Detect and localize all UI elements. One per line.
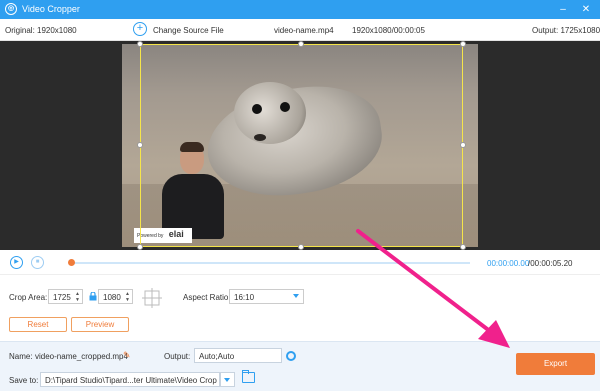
name-label: Name: — [9, 352, 33, 361]
window-title: Video Cropper — [22, 4, 80, 14]
gear-icon[interactable] — [286, 351, 296, 361]
crop-width-stepper[interactable]: ▲ ▼ — [75, 291, 80, 303]
total-time: /00:00:05.20 — [528, 259, 573, 268]
crop-handle-top[interactable] — [298, 41, 304, 47]
chevron-down-icon — [224, 378, 230, 382]
timeline-knob[interactable] — [68, 259, 75, 266]
playback-bar: ▶ ■ 00:00:00.00 /00:00:05.20 — [0, 250, 600, 275]
crop-height-value: 1080 — [103, 293, 121, 302]
crop-width-value: 1725 — [53, 293, 71, 302]
stop-icon[interactable]: ■ — [31, 256, 44, 269]
crop-handle-top-right[interactable] — [460, 41, 466, 47]
aspect-ratio-label: Aspect Ratio: — [183, 293, 231, 302]
crop-height-stepper[interactable]: ▲ ▼ — [125, 291, 130, 303]
center-crop-icon[interactable] — [142, 288, 162, 308]
title-bar: ◎ Video Cropper – ✕ — [0, 0, 600, 19]
crop-width-input[interactable]: 1725 ▲ ▼ — [48, 289, 83, 304]
save-path-dropdown[interactable] — [220, 372, 235, 387]
lock-icon[interactable] — [89, 292, 97, 301]
aspect-ratio-select[interactable]: 16:10 — [229, 289, 304, 304]
save-path-value: D:\Tipard Studio\Tipard...ter Ultimate\V… — [45, 376, 217, 385]
crop-area-label: Crop Area: — [9, 293, 48, 302]
current-time: 00:00:00.00 — [487, 259, 530, 268]
original-resolution: Original: 1920x1080 — [5, 26, 77, 35]
crop-controls: Crop Area: 1725 ▲ ▼ 1080 ▲ ▼ Aspect Ratio:… — [0, 276, 600, 340]
reset-button[interactable]: Reset — [9, 317, 67, 332]
add-file-icon[interactable]: + — [133, 22, 147, 36]
app-logo-icon: ◎ — [5, 3, 17, 15]
timeline-track[interactable] — [70, 262, 470, 264]
save-to-label: Save to: — [9, 376, 39, 385]
output-settings-value: Auto;Auto — [199, 352, 235, 361]
export-button[interactable]: Export — [516, 353, 595, 375]
crop-handle-left[interactable] — [137, 142, 143, 148]
crop-height-input[interactable]: 1080 ▲ ▼ — [98, 289, 133, 304]
change-source-file-button[interactable]: Change Source File — [153, 26, 224, 35]
close-button[interactable]: ✕ — [576, 0, 596, 19]
info-bar: Original: 1920x1080 + Change Source File… — [0, 19, 600, 41]
chevron-down-icon — [293, 294, 299, 298]
output-settings-field[interactable]: Auto;Auto — [194, 348, 282, 363]
source-resolution-duration: 1920x1080/00:00:05 — [352, 26, 425, 35]
minimize-button[interactable]: – — [553, 0, 573, 19]
source-filename: video-name.mp4 — [274, 26, 334, 35]
save-path-field[interactable]: D:\Tipard Studio\Tipard...ter Ultimate\V… — [40, 372, 220, 387]
play-icon[interactable]: ▶ — [10, 256, 23, 269]
edit-name-icon[interactable]: ✎ — [123, 351, 132, 360]
aspect-ratio-value: 16:10 — [234, 293, 255, 302]
crop-frame[interactable] — [140, 44, 463, 247]
output-filename[interactable]: video-name_cropped.mp4 — [35, 352, 128, 361]
output-settings-label: Output: — [164, 352, 191, 361]
folder-icon[interactable] — [242, 370, 255, 383]
crop-handle-top-left[interactable] — [137, 41, 143, 47]
output-resolution: Output: 1725x1080 — [532, 26, 600, 35]
preview-button[interactable]: Preview — [71, 317, 129, 332]
output-panel: Name: video-name_cropped.mp4 ✎ Output: A… — [0, 341, 600, 391]
crop-handle-right[interactable] — [460, 142, 466, 148]
